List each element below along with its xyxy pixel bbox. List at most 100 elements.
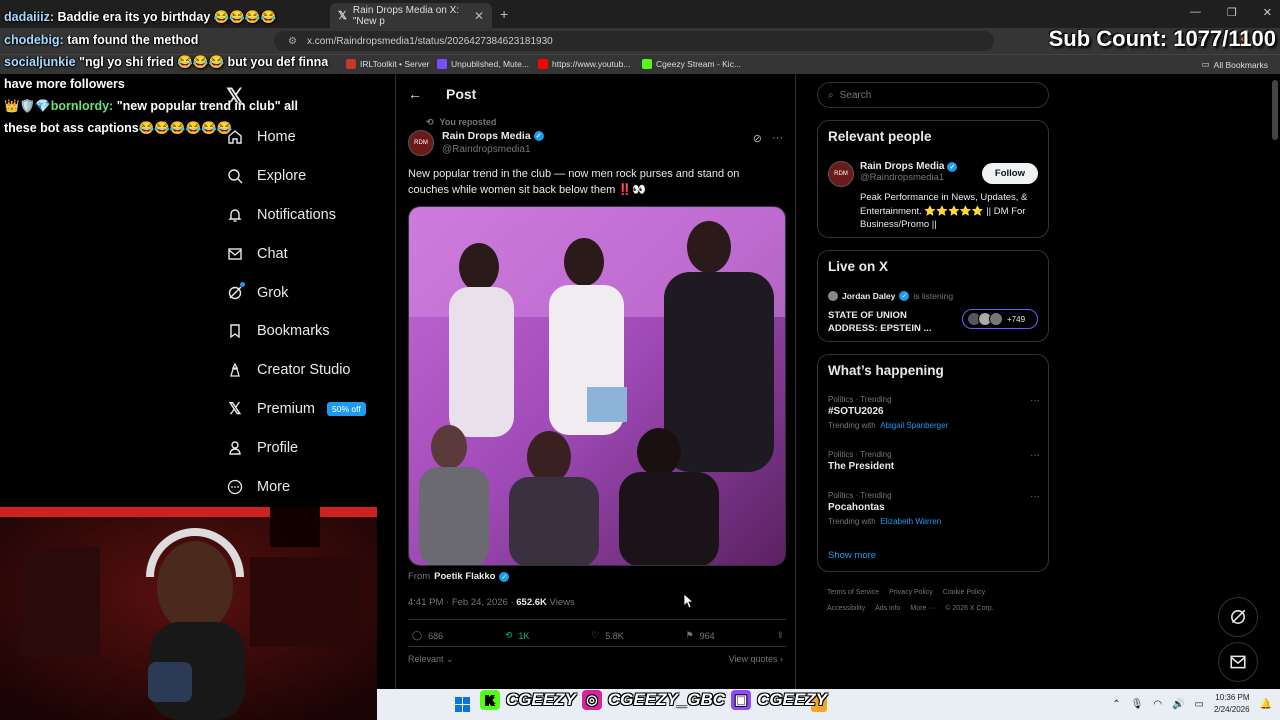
footer-link[interactable]: Ads info	[875, 605, 900, 612]
more-options-icon[interactable]: ···	[1030, 395, 1040, 406]
view-quotes-link[interactable]: View quotes ›	[729, 654, 783, 664]
post-top-actions: ⊘ ···	[753, 132, 783, 145]
battery-icon[interactable]: ▭	[1195, 699, 1204, 710]
bookmark-button[interactable]: ⚑ 964	[686, 630, 715, 641]
more-options-icon[interactable]: ···	[772, 132, 783, 145]
live-host: Jordan Daley ✓ is listening	[828, 291, 953, 301]
footer-link[interactable]: More ···	[910, 605, 935, 612]
repost-button[interactable]: ⟲ 1K	[505, 630, 530, 641]
wifi-icon[interactable]: ◠	[1153, 699, 1162, 710]
sort-label: Relevant	[408, 654, 444, 664]
follow-button[interactable]: Follow	[981, 163, 1038, 184]
all-bookmarks-button[interactable]: ▭ All Bookmarks	[1202, 59, 1268, 70]
author-name[interactable]: Rain Drops Media ✓	[442, 130, 544, 142]
nav-bookmarks[interactable]: Bookmarks	[226, 312, 366, 351]
chat-username: socialjunkie	[4, 55, 76, 69]
url-input[interactable]: ⚙ x.com/Raindropsmedia1/status/202642738…	[274, 31, 994, 51]
live-on-x-panel: Live on X Jordan Daley ✓ is listening ST…	[817, 250, 1049, 342]
sort-replies-dropdown[interactable]: Relevant ⌄	[408, 654, 454, 665]
nav-premium[interactable]: 𝕏 Premium 50% off	[226, 390, 366, 429]
search-input[interactable]: ⌕ Search	[817, 82, 1049, 108]
back-arrow-icon[interactable]: ←	[408, 86, 422, 102]
search-icon	[226, 167, 244, 185]
nav-more[interactable]: More	[226, 467, 366, 506]
grok-fab-button[interactable]	[1218, 597, 1258, 637]
footer-link[interactable]: Cookie Policy	[943, 589, 985, 596]
trend-with-link[interactable]: Elizabeth Warren	[880, 517, 941, 526]
view-quotes-label: View quotes	[728, 654, 778, 664]
page-scrollbar[interactable]	[1272, 80, 1278, 140]
listener-count: +749	[1007, 314, 1026, 324]
from-label: From	[408, 571, 431, 582]
mic-icon[interactable]: 🎙	[1131, 699, 1144, 710]
nav-label: Explore	[257, 168, 307, 185]
space-title[interactable]: STATE OF UNION ADDRESS: EPSTEIN ...	[828, 309, 946, 335]
avatar[interactable]: RDM	[408, 130, 434, 156]
chevron-right-icon: ›	[780, 654, 783, 664]
more-options-icon[interactable]: ···	[1030, 491, 1040, 502]
trend-with: Trending with Abigail Spanberger	[828, 421, 1040, 430]
whats-happening-panel: What’s happening Politics · Trending #SO…	[817, 354, 1049, 572]
from-account-link[interactable]: Poetik Flakko	[434, 571, 495, 582]
instagram-handle: CGEEZY_GBC	[607, 690, 726, 709]
nav-creator-studio[interactable]: Creator Studio	[226, 351, 366, 390]
trend-with-link[interactable]: Abigail Spanberger	[880, 421, 948, 430]
avatar[interactable]: RDM	[828, 161, 854, 187]
chevron-up-icon[interactable]: ⌃	[1112, 699, 1120, 710]
reposted-label: You reposted	[439, 117, 497, 127]
folder-icon: ▭	[1201, 59, 1210, 69]
footer-link[interactable]: Accessibility	[827, 605, 865, 612]
minimize-icon[interactable]: —	[1190, 6, 1201, 19]
more-options-icon[interactable]: ···	[1030, 450, 1040, 461]
reply-count: 686	[428, 630, 444, 641]
windows-start-icon[interactable]	[455, 697, 470, 717]
bookmark-item[interactable]: https://www.youtub...	[538, 59, 630, 69]
footer-link[interactable]: Terms of Service	[827, 589, 879, 596]
post-time[interactable]: 4:41 PM · Feb 24, 2026 ·	[408, 597, 516, 608]
mail-icon	[226, 245, 244, 263]
x-icon: 𝕏	[228, 400, 242, 418]
trend-item[interactable]: Politics · Trending The President ···	[828, 450, 1040, 472]
maximize-icon[interactable]: ❐	[1227, 6, 1237, 19]
sub-count-overlay: Sub Count: 1077/1100	[1048, 26, 1276, 51]
relevant-person[interactable]: RDM Rain Drops Media ✓ @Raindropsmedia1	[828, 161, 958, 187]
speaker-icon[interactable]: 🔊	[1172, 699, 1184, 710]
notification-bell-icon[interactable]: 🔔	[1260, 699, 1272, 710]
avatar	[989, 312, 1003, 326]
nav-profile[interactable]: Profile	[226, 428, 366, 467]
nav-label: Profile	[257, 439, 299, 456]
trend-item[interactable]: Politics · Trending #SOTU2026 Trending w…	[828, 395, 1040, 430]
clock[interactable]: 10:36 PM 2/24/2026	[1214, 692, 1250, 716]
footer-link[interactable]: Privacy Policy	[889, 589, 933, 596]
like-button[interactable]: ♡ 5.8K	[591, 630, 624, 641]
trend-item[interactable]: Politics · Trending Pocahontas Trending …	[828, 491, 1040, 526]
chat-username: chodebig:	[4, 33, 64, 47]
person-name[interactable]: Rain Drops Media ✓	[860, 161, 958, 172]
chat-text: tam found the method	[67, 33, 199, 47]
new-tab-button[interactable]: +	[500, 6, 508, 22]
bookmark-item[interactable]: Unpublished, Mute...	[437, 59, 529, 69]
mail-icon	[1230, 655, 1246, 669]
grok-explain-icon[interactable]: ⊘	[753, 132, 762, 145]
nav-explore[interactable]: Explore	[226, 157, 366, 196]
bookmark-item[interactable]: Cgeezy Stream - Kic...	[642, 59, 741, 69]
bookmark-favicon-icon	[346, 59, 356, 69]
messages-fab-button[interactable]	[1218, 642, 1258, 682]
nav-notifications[interactable]: Notifications	[226, 196, 366, 235]
reply-button[interactable]: ◯ 686	[412, 630, 443, 641]
post-video[interactable]	[408, 206, 786, 566]
close-tab-icon[interactable]: ✕	[474, 9, 484, 23]
host-status: is listening	[913, 291, 954, 301]
nav-grok[interactable]: Grok	[226, 273, 366, 312]
share-button[interactable]: ⇪	[776, 630, 784, 641]
post-column: ← Post ⟲ You reposted RDM Rain Drops Med…	[395, 74, 796, 694]
browser-tab-active[interactable]: 𝕏 Rain Drops Media on X: "New p ✕	[330, 3, 492, 28]
host-name[interactable]: Jordan Daley	[842, 291, 895, 301]
nav-chat[interactable]: Chat	[226, 234, 366, 273]
show-more-link[interactable]: Show more	[828, 550, 876, 561]
post-author[interactable]: RDM Rain Drops Media ✓ @Raindropsmedia1	[408, 130, 544, 156]
close-window-icon[interactable]: ✕	[1263, 6, 1272, 19]
listeners-pill[interactable]: +749	[962, 309, 1038, 329]
bookmark-item[interactable]: IRLToolkit • Server	[346, 59, 429, 69]
post-text: New popular trend in the club — now men …	[408, 168, 740, 196]
